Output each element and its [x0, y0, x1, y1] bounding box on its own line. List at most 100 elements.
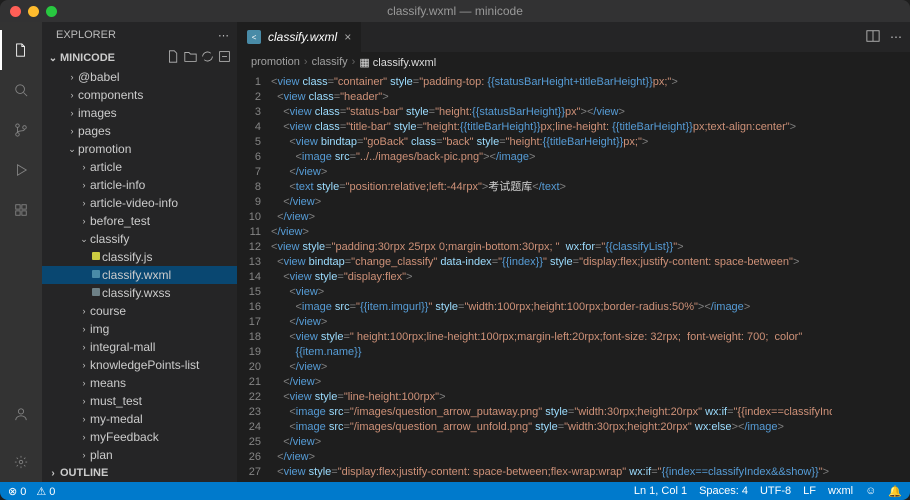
- code-line[interactable]: <image src="/images/question_arrow_putaw…: [271, 405, 832, 420]
- code-lines[interactable]: <view class="container" style="padding-t…: [271, 72, 832, 482]
- status-spaces[interactable]: Spaces: 4: [699, 485, 748, 498]
- file-classify.wxss[interactable]: classify.wxss: [42, 284, 237, 302]
- code-line[interactable]: <view bindtap="son_classify" data-id="{{…: [271, 480, 832, 482]
- explorer-more-icon[interactable]: ⋯: [218, 29, 229, 42]
- split-editor-icon[interactable]: [866, 29, 880, 46]
- folder-before_test[interactable]: ›before_test: [42, 212, 237, 230]
- folder-article-info[interactable]: ›article-info: [42, 176, 237, 194]
- tab-close-icon[interactable]: ×: [344, 30, 351, 44]
- chevron-right-icon: ›: [66, 108, 78, 118]
- code-line[interactable]: </view>: [271, 450, 832, 465]
- code-line[interactable]: <view style="padding:30rpx 25rpx 0;margi…: [271, 240, 832, 255]
- folder-must_test[interactable]: ›must_test: [42, 392, 237, 410]
- folder-knowledgePoints-list[interactable]: ›knowledgePoints-list: [42, 356, 237, 374]
- code-line[interactable]: <view style="line-height:100rpx">: [271, 390, 832, 405]
- code-line[interactable]: <text style="position:relative;left:-44r…: [271, 180, 832, 195]
- folder-pages[interactable]: ›pages: [42, 122, 237, 140]
- activity-settings[interactable]: [0, 442, 42, 482]
- project-section[interactable]: ⌄ MINICODE: [42, 48, 237, 68]
- code-line[interactable]: <image src="../../images/back-pic.png"><…: [271, 150, 832, 165]
- minimize-window-button[interactable]: [28, 6, 39, 17]
- line-number: 10: [237, 210, 261, 225]
- activity-scm[interactable]: [0, 110, 42, 150]
- line-number: 22: [237, 390, 261, 405]
- status-language[interactable]: wxml: [828, 485, 853, 498]
- code-line[interactable]: <view style="display:flex">: [271, 270, 832, 285]
- folder-plan[interactable]: ›plan: [42, 446, 237, 464]
- code-line[interactable]: <view bindtap="goBack" class="back" styl…: [271, 135, 832, 150]
- code-line[interactable]: </view>: [271, 435, 832, 450]
- folder-integral-mall[interactable]: ›integral-mall: [42, 338, 237, 356]
- new-folder-icon[interactable]: [184, 50, 197, 66]
- code-line[interactable]: {{item.name}}: [271, 345, 832, 360]
- refresh-icon[interactable]: [201, 50, 214, 66]
- folder-@babel[interactable]: ›@babel: [42, 68, 237, 86]
- line-number: 1: [237, 75, 261, 90]
- editor-more-icon[interactable]: ⋯: [890, 30, 902, 44]
- traffic-lights[interactable]: [10, 6, 57, 17]
- breadcrumb-item[interactable]: promotion: [251, 56, 300, 68]
- folder-images[interactable]: ›images: [42, 104, 237, 122]
- code-line[interactable]: <view style="display:flex;justify-conten…: [271, 465, 832, 480]
- activity-debug[interactable]: [0, 150, 42, 190]
- activity-search[interactable]: [0, 70, 42, 110]
- status-bell-icon[interactable]: 🔔: [888, 485, 902, 498]
- folder-article-video-info[interactable]: ›article-video-info: [42, 194, 237, 212]
- folder-img[interactable]: ›img: [42, 320, 237, 338]
- folder-article[interactable]: ›article: [42, 158, 237, 176]
- breadcrumb-item[interactable]: classify: [312, 56, 348, 68]
- chevron-right-icon: ›: [78, 324, 90, 334]
- status-eol[interactable]: LF: [803, 485, 816, 498]
- minimap[interactable]: [832, 72, 910, 482]
- code-line[interactable]: <view style=" height:100rpx;line-height:…: [271, 330, 832, 345]
- folder-promotion[interactable]: ⌄promotion: [42, 140, 237, 158]
- activity-extensions[interactable]: [0, 190, 42, 230]
- status-feedback-icon[interactable]: ☺: [865, 485, 876, 498]
- code-line[interactable]: </view>: [271, 165, 832, 180]
- folder-means[interactable]: ›means: [42, 374, 237, 392]
- tree-label: images: [78, 106, 117, 120]
- code-line[interactable]: <view bindtap="change_classify" data-ind…: [271, 255, 832, 270]
- code-line[interactable]: <image src="/images/question_arrow_unfol…: [271, 420, 832, 435]
- folder-my-medal[interactable]: ›my-medal: [42, 410, 237, 428]
- file-classify.wxml[interactable]: classify.wxml: [42, 266, 237, 284]
- code-line[interactable]: </view>: [271, 210, 832, 225]
- file-classify.js[interactable]: classify.js: [42, 248, 237, 266]
- close-window-button[interactable]: [10, 6, 21, 17]
- code-line[interactable]: <view class="header">: [271, 90, 832, 105]
- code-line[interactable]: <view class="title-bar" style="height:{{…: [271, 120, 832, 135]
- new-file-icon[interactable]: [167, 50, 180, 66]
- file-tree[interactable]: ›@babel›components›images›pages⌄promotio…: [42, 68, 237, 464]
- code-line[interactable]: </view>: [271, 225, 832, 240]
- maximize-window-button[interactable]: [46, 6, 57, 17]
- code-line[interactable]: <view>: [271, 285, 832, 300]
- line-number: 8: [237, 180, 261, 195]
- folder-components[interactable]: ›components: [42, 86, 237, 104]
- tree-label: classify.js: [102, 250, 152, 264]
- status-warnings[interactable]: ⚠ 0: [36, 485, 55, 498]
- status-encoding[interactable]: UTF-8: [760, 485, 791, 498]
- code-line[interactable]: </view>: [271, 315, 832, 330]
- code-line[interactable]: </view>: [271, 195, 832, 210]
- breadcrumbs[interactable]: promotion › classify › ▦ classify.wxml: [237, 52, 910, 72]
- outline-section[interactable]: › OUTLINE: [42, 464, 237, 482]
- code-line[interactable]: <view class="status-bar" style="height:{…: [271, 105, 832, 120]
- folder-course[interactable]: ›course: [42, 302, 237, 320]
- breadcrumb-item[interactable]: ▦ classify.wxml: [359, 56, 436, 69]
- line-number: 21: [237, 375, 261, 390]
- status-ln-col[interactable]: Ln 1, Col 1: [634, 485, 687, 498]
- code-line[interactable]: </view>: [271, 360, 832, 375]
- folder-myFeedback[interactable]: ›myFeedback: [42, 428, 237, 446]
- code-line[interactable]: </view>: [271, 375, 832, 390]
- tree-label: article-info: [90, 178, 145, 192]
- chevron-right-icon: ›: [78, 162, 90, 172]
- code-line[interactable]: <view class="container" style="padding-t…: [271, 75, 832, 90]
- collapse-icon[interactable]: [218, 50, 231, 66]
- status-errors[interactable]: ⊗ 0: [8, 485, 26, 498]
- code-editor[interactable]: 1234567891011121314151617181920212223242…: [237, 72, 910, 482]
- tab-classify-wxml[interactable]: < classify.wxml ×: [237, 22, 361, 52]
- code-line[interactable]: <image src="{{item.imgurl}}" style="widt…: [271, 300, 832, 315]
- folder-classify[interactable]: ⌄classify: [42, 230, 237, 248]
- activity-account[interactable]: [0, 394, 42, 434]
- activity-explorer[interactable]: [0, 30, 42, 70]
